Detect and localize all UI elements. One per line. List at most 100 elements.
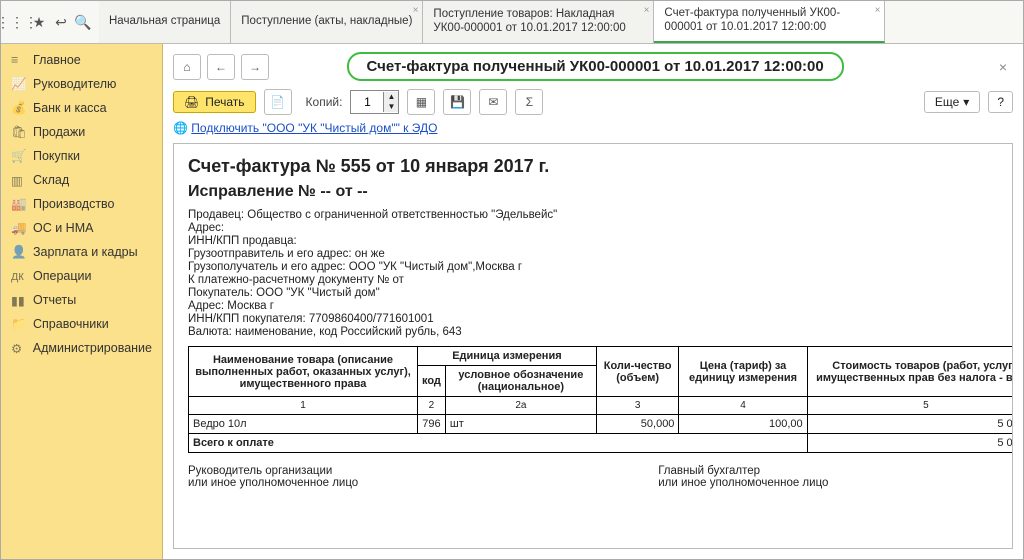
print-label: Печать: [205, 95, 244, 109]
total-label: Всего к оплате: [189, 434, 808, 453]
save-copy-button[interactable]: 📄: [264, 89, 292, 115]
th-code: код: [418, 366, 446, 397]
print-button[interactable]: 🖨 Печать: [173, 91, 256, 113]
sign-left-1: Руководитель организации: [188, 465, 358, 477]
tab-label: Начальная страница: [109, 15, 220, 29]
bag-icon: 🛍: [11, 125, 25, 139]
sign-right-1: Главный бухгалтер: [658, 465, 828, 477]
page-title: Счет-фактура полученный УК00-000001 от 1…: [347, 52, 844, 81]
th-unit: Единица измерения: [418, 347, 597, 366]
col-num: 5: [807, 397, 1013, 415]
sidebar-item-main[interactable]: ≡ Главное: [1, 48, 162, 72]
doc-line: Грузополучатель и его адрес: ООО "УК "Чи…: [188, 261, 1013, 273]
factory-icon: 🏭: [11, 197, 25, 211]
tab-receipts[interactable]: Поступление (акты, накладные)×: [231, 1, 423, 43]
star-icon[interactable]: ★: [29, 12, 49, 32]
sidebar-item-bank[interactable]: 💰Банк и касса: [1, 96, 162, 120]
sidebar-item-label: Операции: [33, 269, 91, 283]
sidebar-item-os[interactable]: 🚚 ОС и НМА: [1, 216, 162, 240]
sidebar-item-reports[interactable]: ▮▮ Отчеты: [1, 288, 162, 312]
back-button[interactable]: ←: [207, 54, 235, 80]
doc-line: Грузоотправитель и его адрес: он же: [188, 248, 1013, 260]
copies-stepper[interactable]: ▲▼: [350, 90, 399, 114]
mail-button[interactable]: ✉: [479, 89, 507, 115]
close-icon[interactable]: ×: [875, 5, 881, 17]
doc-line: Покупатель: ООО "УК "Чистый дом": [188, 287, 1013, 299]
sidebar: ≡ Главное 📈Руководителю 💰Банк и касса 🛍 Пр…: [1, 44, 163, 559]
more-button[interactable]: Еще▾: [924, 91, 980, 113]
document-viewport[interactable]: Счет-фактура № 555 от 10 января 2017 г. …: [173, 143, 1013, 549]
copies-input[interactable]: [351, 95, 383, 109]
menu-icon: ≡: [11, 53, 25, 67]
export-button[interactable]: ▦: [407, 89, 435, 115]
edo-link[interactable]: Подключить "ООО "УК "Чистый дом"" к ЭДО: [191, 121, 437, 135]
tab-label: Поступление товаров: Накладная УК00-0000…: [433, 8, 643, 36]
sidebar-item-label: Справочники: [33, 317, 109, 331]
bars-icon: ▮▮: [11, 293, 25, 307]
col-num: 1: [189, 397, 418, 415]
sidebar-item-label: Банк и касса: [33, 101, 107, 115]
invoice-table: Наименование товара (описание выполненны…: [188, 346, 1013, 453]
sidebar-item-label: Производство: [33, 197, 115, 211]
sidebar-item-sales[interactable]: 🛍 Продажи: [1, 120, 162, 144]
sidebar-item-admin[interactable]: ⚙Администрирование: [1, 336, 162, 360]
th-unitname: условное обозначение (национальное): [445, 366, 596, 397]
doc-line: Адрес:: [188, 222, 1013, 234]
tab-nakladnaya[interactable]: Поступление товаров: Накладная УК00-0000…: [423, 1, 654, 43]
printer-icon: 🖨: [184, 95, 199, 109]
doc-line: Продавец: Общество с ограниченной ответс…: [188, 209, 1013, 221]
cell-qty: 50,000: [596, 415, 679, 434]
cart-icon: 🛒: [11, 149, 25, 163]
tab-label: Счет-фактура полученный УК00-000001 от 1…: [664, 7, 874, 35]
sidebar-item-purch[interactable]: 🛒Покупки: [1, 144, 162, 168]
sum-button[interactable]: Σ: [515, 89, 543, 115]
col-num: 2: [418, 397, 446, 415]
apps-icon[interactable]: ⋮⋮⋮: [7, 12, 27, 32]
tab-home[interactable]: Начальная страница: [99, 1, 231, 43]
person-icon: 👤: [11, 245, 25, 259]
copies-label: Копий:: [306, 95, 343, 109]
doc-title: Счет-фактура № 555 от 10 января 2017 г.: [188, 156, 1013, 177]
sidebar-item-hr[interactable]: 👤Зарплата и кадры: [1, 240, 162, 264]
col-num: 3: [596, 397, 679, 415]
th-qty: Коли-чество (объем): [596, 347, 679, 397]
doc-line: Адрес: Москва г: [188, 300, 1013, 312]
doc-line: Валюта: наименование, код Российский руб…: [188, 326, 1013, 338]
sidebar-item-label: ОС и НМА: [33, 221, 93, 235]
close-button[interactable]: ×: [993, 59, 1013, 75]
sidebar-item-prod[interactable]: 🏭 Производство: [1, 192, 162, 216]
sidebar-item-label: Отчеты: [33, 293, 76, 307]
doc-line: ИНН/КПП покупателя: 7709860400/771601001: [188, 313, 1013, 325]
chart-icon: 📈: [11, 77, 25, 91]
doc-line: ИНН/КПП продавца:: [188, 235, 1013, 247]
tab-label: Поступление (акты, накладные): [241, 15, 412, 29]
cell-cost: 5 000,00: [807, 415, 1013, 434]
th-cost: Стоимость товаров (работ, услуг), имущес…: [807, 347, 1013, 397]
sign-left-2: или иное уполномоченное лицо: [188, 477, 358, 489]
sidebar-item-boss[interactable]: 📈Руководителю: [1, 72, 162, 96]
folder-icon: 📁: [11, 317, 25, 331]
stepper-up-icon[interactable]: ▲: [384, 92, 398, 102]
sidebar-item-label: Главное: [33, 53, 81, 67]
box-icon: ▥: [11, 173, 25, 187]
save-button[interactable]: 💾: [443, 89, 471, 115]
tab-invoice[interactable]: Счет-фактура полученный УК00-000001 от 1…: [654, 1, 885, 43]
search-icon[interactable]: 🔍: [73, 12, 93, 32]
sidebar-item-ref[interactable]: 📁 Справочники: [1, 312, 162, 336]
sidebar-item-stock[interactable]: ▥Склад: [1, 168, 162, 192]
forward-button[interactable]: →: [241, 54, 269, 80]
more-label: Еще: [935, 95, 959, 109]
sidebar-item-ops[interactable]: дкОперации: [1, 264, 162, 288]
truck-icon: 🚚: [11, 221, 25, 235]
stepper-down-icon[interactable]: ▼: [384, 102, 398, 112]
sidebar-item-label: Продажи: [33, 125, 85, 139]
history-icon[interactable]: ↩: [51, 12, 71, 32]
cell-price: 100,00: [679, 415, 807, 434]
home-button[interactable]: ⌂: [173, 54, 201, 80]
total-cost: 5 000,00: [807, 434, 1013, 453]
cell-name: Ведро 10л: [189, 415, 418, 434]
col-num: 4: [679, 397, 807, 415]
close-icon[interactable]: ×: [413, 5, 419, 17]
close-icon[interactable]: ×: [644, 5, 650, 17]
help-button[interactable]: ?: [988, 91, 1013, 113]
